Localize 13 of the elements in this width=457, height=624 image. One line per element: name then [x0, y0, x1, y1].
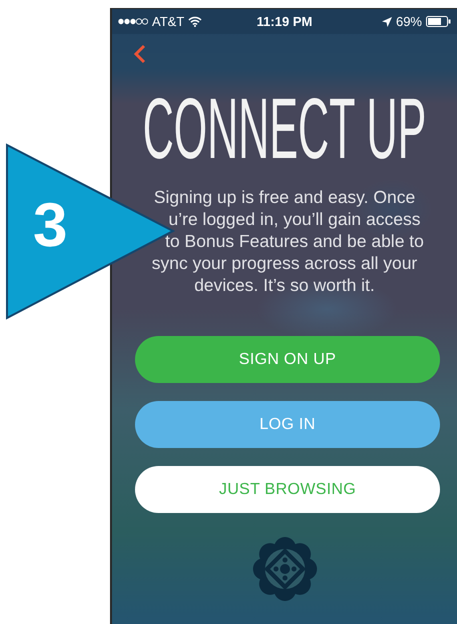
- browse-button[interactable]: JUST BROWSING: [135, 466, 440, 513]
- step-number: 3: [33, 195, 68, 257]
- log-in-button[interactable]: LOG IN: [135, 401, 440, 448]
- description-line: sync your progress across all your: [152, 252, 418, 274]
- page-title: CONNECT UP: [142, 86, 426, 172]
- description-line: u’re logged in, you’ll gain access: [168, 208, 420, 230]
- battery-percent: 69%: [396, 14, 422, 29]
- description-line: Signing up is free and easy. Once: [154, 186, 416, 208]
- description-line: devices. It’s so worth it.: [194, 274, 375, 296]
- description-line: to Bonus Features and be able to: [165, 230, 424, 252]
- clock-time: 11:19 PM: [256, 14, 312, 29]
- sign-up-button[interactable]: SIGN ON UP: [135, 336, 440, 383]
- carrier-name: AT&T: [152, 14, 184, 29]
